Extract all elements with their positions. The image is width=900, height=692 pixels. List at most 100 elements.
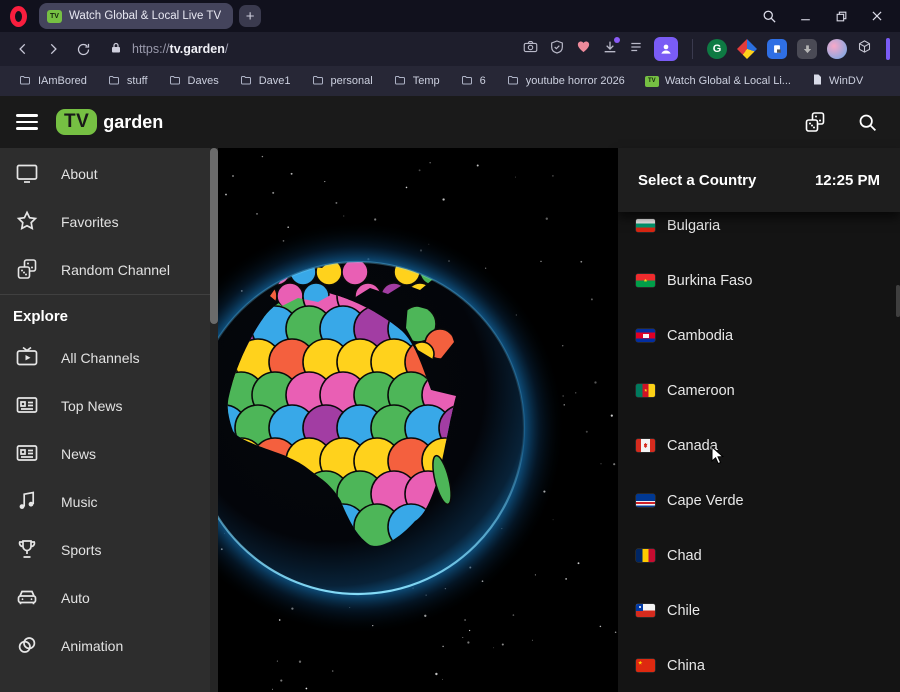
sidebar-item-label: Top News	[61, 398, 122, 414]
country-row-burkina-faso[interactable]: Burkina Faso	[618, 253, 900, 308]
sidebar-item-label: Sports	[61, 542, 101, 558]
kh-flag-icon	[636, 329, 655, 342]
sidebar-item-sports[interactable]: Sports	[0, 526, 218, 574]
reload-icon[interactable]	[70, 36, 96, 62]
extension-color-icon[interactable]	[737, 39, 757, 59]
random-channel-dice-icon[interactable]	[798, 105, 832, 139]
globe-canvas[interactable]	[218, 148, 618, 692]
close-button[interactable]	[862, 3, 892, 29]
bookmark-label: Dave1	[259, 75, 291, 87]
extension-cube-icon[interactable]	[857, 39, 872, 59]
bookmark-item[interactable]: Dave1	[231, 71, 299, 92]
clock-time: 12:25 PM	[815, 172, 880, 189]
country-row-chile[interactable]: Chile	[618, 583, 900, 638]
sidebar-item-music[interactable]: Music	[0, 478, 218, 526]
country-panel-header: Select a Country 12:25 PM	[618, 148, 900, 212]
country-name: Cameroon	[667, 383, 735, 399]
news-icon	[15, 441, 39, 468]
bookmark-item[interactable]: IAmBored	[10, 71, 95, 92]
folder-icon	[107, 74, 121, 89]
bookmark-label: Temp	[413, 75, 440, 87]
bookmark-item[interactable]: TVWatch Global & Local Li...	[637, 72, 799, 90]
country-row-china[interactable]: China	[618, 638, 900, 692]
country-row-canada[interactable]: Canada	[618, 418, 900, 473]
url-field[interactable]: https://tv.garden/	[100, 35, 518, 63]
country-panel: Select a Country 12:25 PM BulgariaBurkin…	[618, 148, 900, 692]
back-icon[interactable]	[10, 36, 36, 62]
bookmark-item[interactable]: Temp	[385, 71, 448, 92]
minimize-button[interactable]	[790, 3, 820, 29]
sidebar-scrollbar-thumb[interactable]	[210, 148, 218, 324]
sidebar-item-all-channels[interactable]: All Channels	[0, 334, 218, 382]
panel-title: Select a Country	[638, 172, 756, 189]
reading-list-icon[interactable]	[628, 40, 644, 59]
folder-icon	[168, 74, 182, 89]
profile-avatar[interactable]	[654, 37, 678, 61]
bookmark-item[interactable]: Daves	[160, 71, 227, 92]
bookmark-item[interactable]: WinDV	[803, 70, 871, 92]
toolbar-separator	[692, 39, 693, 59]
site-logo[interactable]: TV garden	[56, 109, 163, 135]
sidebar-item-animation[interactable]: Animation	[0, 622, 218, 670]
heart-icon[interactable]	[575, 39, 592, 59]
bookmark-item[interactable]: personal	[303, 71, 381, 92]
tab-title: Watch Global & Local Live TV	[69, 10, 221, 22]
country-row-cameroon[interactable]: Cameroon	[618, 363, 900, 418]
url-text: https://tv.garden/	[132, 42, 228, 56]
sidebar-item-top-news[interactable]: Top News	[0, 382, 218, 430]
browser-window: TV Watch Global & Local Live TV +	[0, 0, 900, 692]
sidebar-item-random-channel[interactable]: Random Channel	[0, 246, 218, 294]
opera-menu-icon[interactable]	[10, 6, 27, 27]
country-list[interactable]: BulgariaBurkina FasoCambodia Cameroon Cana…	[618, 212, 900, 692]
download-icon[interactable]	[602, 39, 618, 60]
extension-grammarly-icon[interactable]: G	[707, 39, 727, 59]
browser-search-icon[interactable]	[754, 3, 784, 29]
bookmark-item[interactable]: 6	[452, 71, 494, 92]
snapshot-camera-icon[interactable]	[522, 39, 539, 59]
bf-flag-icon	[636, 274, 655, 287]
sidebar-item-favorites[interactable]: Favorites	[0, 198, 218, 246]
new-tab-button[interactable]: +	[239, 5, 261, 27]
bookmark-label: 6	[480, 75, 486, 87]
ca-flag-icon	[636, 439, 655, 452]
tab-strip: TV Watch Global & Local Live TV +	[0, 0, 900, 32]
sidebar-item-label: All Channels	[61, 350, 140, 366]
bookmark-item[interactable]: stuff	[99, 71, 156, 92]
explore-section-title: Explore	[0, 295, 218, 334]
bookmark-label: IAmBored	[38, 75, 87, 87]
country-row-bulgaria[interactable]: Bulgaria	[618, 212, 900, 253]
cl-flag-icon	[636, 604, 655, 617]
lock-icon	[110, 41, 122, 58]
sidebar-item-label: Auto	[61, 590, 90, 606]
extension-docs-icon[interactable]	[767, 39, 787, 59]
page-icon	[811, 73, 823, 89]
address-bar: https://tv.garden/ G	[0, 32, 900, 66]
forward-icon[interactable]	[40, 36, 66, 62]
country-row-cape-verde[interactable]: Cape Verde	[618, 473, 900, 528]
cm-flag-icon	[636, 384, 655, 397]
tvplay-icon	[15, 345, 39, 372]
panel-scrollbar-thumb[interactable]	[896, 285, 900, 317]
country-name: Cape Verde	[667, 493, 744, 509]
country-row-cambodia[interactable]: Cambodia	[618, 308, 900, 363]
hamburger-menu-icon[interactable]	[16, 114, 38, 130]
download-badge	[614, 37, 620, 43]
folder-icon	[311, 74, 325, 89]
country-row-chad[interactable]: Chad	[618, 528, 900, 583]
sidebar-item-label: Favorites	[61, 214, 119, 230]
bookmark-label: stuff	[127, 75, 148, 87]
bookmark-item[interactable]: youtube horror 2026	[498, 71, 633, 92]
bookmark-label: Watch Global & Local Li...	[665, 75, 791, 87]
extension-pink-icon[interactable]	[827, 39, 847, 59]
sidebar-item-news[interactable]: News	[0, 430, 218, 478]
car-icon	[15, 585, 39, 612]
site-search-icon[interactable]	[850, 105, 884, 139]
country-name: Canada	[667, 438, 718, 454]
sidebar-item-about[interactable]: About	[0, 150, 218, 198]
shield-check-icon[interactable]	[549, 39, 565, 60]
restore-button[interactable]	[826, 3, 856, 29]
extension-download-icon[interactable]	[797, 39, 817, 59]
sidebar-item-auto[interactable]: Auto	[0, 574, 218, 622]
country-name: Chad	[667, 548, 702, 564]
browser-tab[interactable]: TV Watch Global & Local Live TV	[39, 3, 233, 29]
